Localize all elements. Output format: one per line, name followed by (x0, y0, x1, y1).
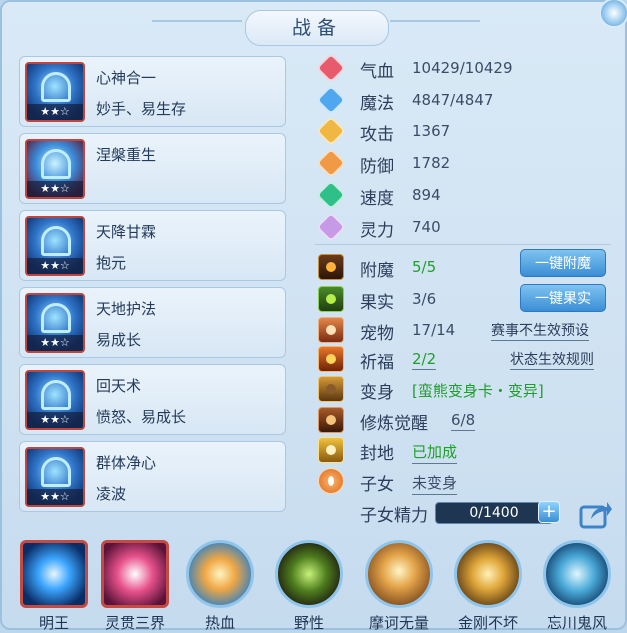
title-ornament-right (390, 20, 480, 22)
stat-value: 1782 (412, 154, 451, 172)
stat-label: 防御 (360, 157, 394, 177)
heart-icon (316, 53, 346, 83)
eq-label: 附魔 (360, 261, 394, 281)
skill-stars: ★★☆ (27, 412, 83, 428)
skill-card[interactable]: ★★☆ 天地护法 易成长 (19, 287, 286, 358)
skill-icon: ★★☆ (25, 447, 85, 507)
skill-icon: ★★☆ (25, 62, 85, 122)
eq-label: 果实 (360, 293, 394, 313)
child-energy-bar: 0/1400 (435, 502, 553, 524)
transform-icon (318, 376, 344, 402)
skill-traits: 凌波 (96, 485, 127, 503)
seal-value[interactable]: 已加成 (412, 441, 458, 464)
bottom-skill[interactable]: 灵贯三界 (101, 540, 169, 632)
one-click-enchant-button[interactable]: 一键附魔 (520, 249, 606, 277)
divider (315, 244, 611, 245)
mana-icon (316, 85, 346, 115)
match-preset-link[interactable]: 赛事不生效预设 (491, 320, 589, 341)
skill-icon (20, 540, 88, 608)
skill-name: 心神合一 (96, 69, 157, 87)
one-click-fruit-button[interactable]: 一键果实 (520, 284, 606, 312)
skill-icon: ★★☆ (25, 293, 85, 353)
stat-label: 气血 (360, 62, 394, 82)
eq-label: 子女 (360, 475, 394, 495)
skill-icon (454, 540, 522, 608)
stat-value: 1367 (412, 122, 451, 140)
stat-value: 740 (412, 218, 441, 236)
transform-value: [蛮熊变身卡・变异] (412, 382, 544, 400)
skill-icon: ★★☆ (25, 139, 85, 199)
skill-stars: ★★☆ (27, 181, 83, 197)
skill-traits: 妙手、易生存 (96, 100, 187, 118)
skill-card[interactable]: ★★☆ 群体净心 凌波 (19, 441, 286, 512)
pet-value: 17/14 (412, 321, 456, 339)
child-value[interactable]: 未变身 (412, 472, 458, 495)
eq-label: 祈福 (360, 353, 394, 373)
stat-value: 4847/4847 (412, 91, 494, 109)
skill-icon (186, 540, 254, 608)
skill-stars: ★★☆ (27, 104, 83, 120)
bottom-skill[interactable]: 金刚不坏 (454, 540, 522, 632)
stat-label: 魔法 (360, 94, 394, 114)
skill-stars: ★★☆ (27, 258, 83, 274)
add-energy-button[interactable]: + (538, 501, 560, 523)
pet-icon (318, 317, 344, 343)
skill-card[interactable]: ★★☆ 回天术 愤怒、易成长 (19, 364, 286, 435)
skill-icon (275, 540, 343, 608)
skill-name: 天降甘霖 (96, 223, 157, 241)
skill-traits: 易成长 (96, 331, 142, 349)
stat-label: 灵力 (360, 221, 394, 241)
skill-name: 涅槃重生 (96, 146, 157, 164)
skill-icon (101, 540, 169, 608)
skill-icon (543, 540, 611, 608)
corner-gem-icon[interactable] (599, 0, 627, 28)
fruit-value: 3/6 (412, 290, 437, 308)
bottom-skill[interactable]: 野性 (275, 540, 343, 632)
bottom-skill[interactable]: 明王 (20, 540, 88, 632)
blessing-icon (318, 346, 344, 372)
blessing-value[interactable]: 2/2 (412, 350, 437, 370)
skill-traits: 抱元 (96, 254, 127, 272)
skill-stars: ★★☆ (27, 335, 83, 351)
skill-name: 天地护法 (96, 300, 157, 318)
child-icon (318, 468, 344, 494)
skill-name: 回天术 (96, 377, 142, 395)
skill-name: 群体净心 (96, 454, 157, 472)
share-icon[interactable] (579, 499, 613, 529)
enchant-value: 5/5 (412, 258, 437, 276)
eq-label: 变身 (360, 383, 394, 403)
skill-icon (365, 540, 433, 608)
cultivation-icon (318, 407, 344, 433)
enchant-icon (318, 254, 344, 280)
attack-icon (316, 116, 346, 146)
panel-title: 战备 (245, 10, 389, 46)
skill-icon: ★★☆ (25, 216, 85, 276)
skill-card[interactable]: ★★☆ 涅槃重生 (19, 133, 286, 204)
status-rules-link[interactable]: 状态生效规则 (510, 349, 594, 370)
skill-stars: ★★☆ (27, 489, 83, 505)
skill-card[interactable]: ★★☆ 天降甘霖 抱元 (19, 210, 286, 281)
eq-label: 宠物 (360, 324, 394, 344)
skill-traits: 愤怒、易成长 (96, 408, 187, 426)
cultivation-value[interactable]: 6/8 (451, 411, 476, 431)
fruit-icon (318, 286, 344, 312)
stat-value: 10429/10429 (412, 59, 513, 77)
bottom-skill[interactable]: 摩诃无量 (365, 540, 433, 632)
title-ornament-left (152, 20, 242, 22)
eq-label: 封地 (360, 444, 394, 464)
spirit-icon (316, 212, 346, 242)
stat-label: 攻击 (360, 125, 394, 145)
speed-icon (316, 180, 346, 210)
bottom-skill[interactable]: 热血 (186, 540, 254, 632)
skill-card[interactable]: ★★☆ 心神合一 妙手、易生存 (19, 56, 286, 127)
bottom-skill[interactable]: 忘川鬼风 (543, 540, 611, 632)
seal-icon (318, 437, 344, 463)
skill-icon: ★★☆ (25, 370, 85, 430)
battle-prep-panel: 战备 ★★☆ 心神合一 妙手、易生存 ★★☆ 涅槃重生 ★★☆ 天降甘霖 抱元 … (0, 0, 627, 632)
eq-label: 修炼觉醒 (360, 414, 428, 434)
stat-label: 速度 (360, 189, 394, 209)
stat-value: 894 (412, 186, 441, 204)
defense-icon (316, 148, 346, 178)
eq-label: 子女精力 (360, 506, 428, 526)
